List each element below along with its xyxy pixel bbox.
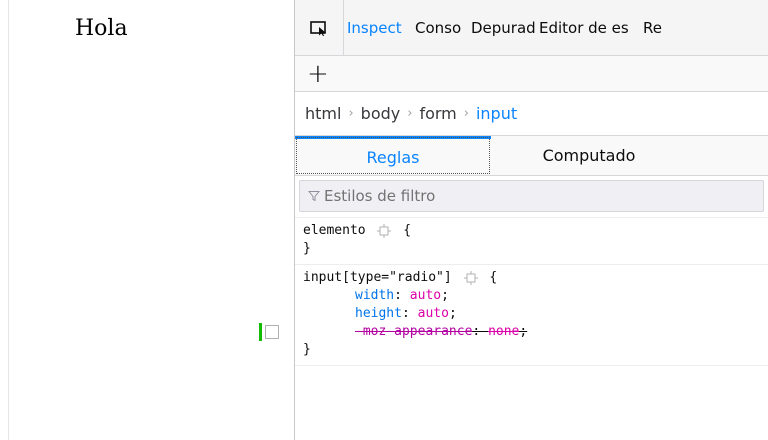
property-value[interactable]: auto [410, 288, 441, 303]
rule-open-brace: { [403, 223, 412, 238]
page-text-hola: Hola [75, 16, 128, 41]
highlight-selector-icon[interactable] [463, 270, 478, 285]
element-picker-button[interactable] [295, 0, 344, 55]
breadcrumb-input[interactable]: input [476, 104, 517, 123]
breadcrumb-html[interactable]: html [305, 104, 341, 123]
rule-close-brace: } [303, 241, 311, 256]
filter-placeholder: Estilos de filtro [324, 187, 436, 205]
devtools-tabs: Inspect Conso Depurad Editor de es Re [344, 0, 670, 55]
page-content: Hola [0, 0, 294, 440]
breadcrumb-form[interactable]: form [419, 104, 456, 123]
devtools-toolbar: Inspect Conso Depurad Editor de es Re [295, 0, 768, 56]
property-value[interactable]: auto [418, 306, 449, 321]
toggle-declaration-checkbox[interactable] [265, 325, 279, 339]
rule-selector[interactable]: input[type="radio"] [303, 270, 452, 285]
tab-computed[interactable]: Computado [491, 136, 687, 175]
rule-input-radio: input[type="radio"] { width: auto; heigh… [259, 265, 768, 366]
devtools-panel: Inspect Conso Depurad Editor de es Re + … [259, 0, 768, 440]
filter-icon [308, 191, 320, 202]
property-name[interactable]: -moz-appearance [355, 324, 472, 339]
tab-performance[interactable]: Re [640, 19, 670, 37]
tab-debugger[interactable]: Depurad [468, 19, 536, 37]
declaration-moz-appearance[interactable]: -moz-appearance: none; [259, 323, 768, 341]
property-name[interactable]: width [355, 288, 394, 303]
breadcrumb-body[interactable]: body [361, 104, 401, 123]
page-edge [8, 0, 9, 440]
tab-rules[interactable]: Reglas [295, 136, 491, 175]
enabled-marker [259, 323, 262, 341]
tab-inspector[interactable]: Inspect [344, 19, 412, 37]
sidebar-tabs: Reglas Computado [295, 136, 768, 176]
element-picker-icon [310, 20, 326, 36]
filter-bar: Estilos de filtro [295, 176, 768, 218]
chevron-right-icon: › [463, 106, 469, 121]
add-node-button[interactable]: + [307, 61, 329, 87]
declaration-height[interactable]: height: auto; [303, 305, 768, 323]
property-name[interactable]: height [355, 306, 402, 321]
rule-close-brace: } [303, 342, 311, 357]
chevron-right-icon: › [407, 106, 413, 121]
highlight-selector-icon[interactable] [377, 223, 392, 238]
breadcrumb: html › body › form › input [295, 92, 768, 136]
chevron-right-icon: › [348, 106, 354, 121]
property-value[interactable]: none [488, 324, 519, 339]
tab-style-editor[interactable]: Editor de es [536, 19, 640, 37]
add-node-bar: + [295, 56, 768, 92]
rule-open-brace: { [489, 270, 498, 285]
declaration-width[interactable]: width: auto; [303, 287, 768, 305]
tab-console[interactable]: Conso [412, 19, 468, 37]
filter-styles-input[interactable]: Estilos de filtro [299, 180, 764, 212]
rule-element: elemento { } [295, 218, 768, 265]
rule-selector: elemento [303, 223, 366, 238]
